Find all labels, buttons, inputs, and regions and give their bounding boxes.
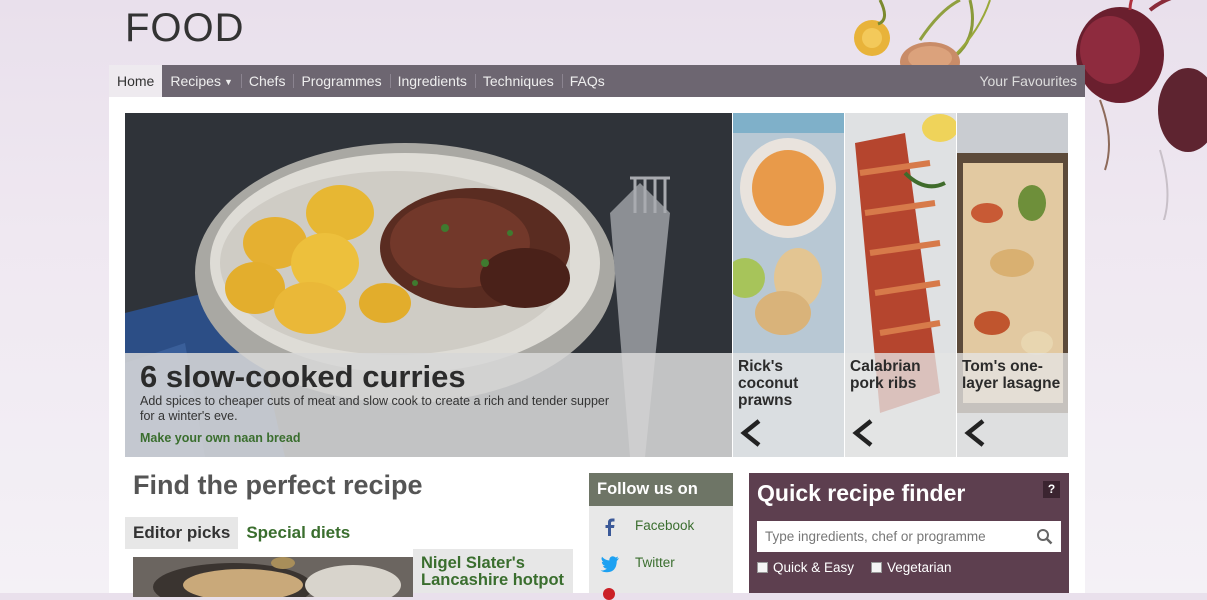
nav-techniques[interactable]: Techniques (474, 65, 562, 97)
follow-us-title: Follow us on (597, 480, 698, 498)
quick-easy-checkbox[interactable] (757, 562, 768, 573)
site-logo[interactable]: FOOD (125, 6, 245, 51)
twitter-link[interactable]: Twitter (589, 550, 733, 580)
nav-home[interactable]: Home (109, 65, 163, 97)
hero-caption: 6 slow-cooked curries Add spices to chea… (125, 353, 732, 457)
vegetarian-option: Vegetarian (871, 560, 952, 575)
quick-easy-option: Quick & Easy (757, 560, 854, 575)
nav-your-favourites[interactable]: Your Favourites (971, 65, 1085, 97)
card-coconut-prawns[interactable]: Rick's coconut prawns (733, 113, 844, 457)
chevron-left-icon[interactable] (739, 419, 763, 447)
nav-ingredients[interactable]: Ingredients (389, 65, 475, 97)
twitter-label: Twitter (635, 555, 675, 570)
quick-recipe-finder: Quick recipe finder ? Quick & Easy Veget… (749, 473, 1069, 593)
pinterest-icon[interactable] (603, 588, 615, 600)
nav-recipes-label: Recipes (170, 73, 221, 89)
search-box (757, 521, 1061, 552)
quick-easy-label: Quick & Easy (773, 560, 855, 575)
card-caption: Tom's one-layer lasagne (957, 353, 1068, 457)
nav-faqs[interactable]: FAQs (561, 65, 613, 97)
chevron-left-icon[interactable] (963, 419, 987, 447)
follow-us-header: Follow us on (589, 473, 733, 506)
nav-chefs[interactable]: Chefs (240, 65, 294, 97)
finder-title: Quick recipe finder (757, 480, 966, 506)
twitter-icon (600, 556, 619, 573)
card-lasagne[interactable]: Tom's one-layer lasagne (957, 113, 1068, 457)
follow-us-panel: Follow us on Facebook Twitter (589, 473, 733, 600)
vegetarian-label: Vegetarian (887, 560, 952, 575)
card-title: Rick's coconut prawns (738, 358, 799, 409)
card-pork-ribs[interactable]: Calabrian pork ribs (845, 113, 956, 457)
hero-title[interactable]: 6 slow-cooked curries (140, 359, 466, 395)
nav-recipes[interactable]: Recipes ▼ (162, 65, 241, 97)
hero-description: Add spices to cheaper cuts of meat and s… (140, 394, 610, 423)
search-input[interactable] (757, 521, 1027, 552)
card-title: Tom's one-layer lasagne (962, 358, 1061, 392)
find-recipe-heading: Find the perfect recipe (133, 470, 423, 500)
hotpot-image[interactable] (133, 557, 413, 597)
help-icon[interactable]: ? (1043, 481, 1060, 498)
card-caption: Rick's coconut prawns (733, 353, 844, 457)
chevron-down-icon: ▼ (223, 77, 233, 87)
naan-bread-link[interactable]: Make your own naan bread (140, 431, 300, 445)
card-caption: Calabrian pork ribs (845, 353, 956, 457)
tab-special-diets[interactable]: Special diets (238, 517, 359, 549)
facebook-icon (605, 518, 615, 536)
tab-editor-picks[interactable]: Editor picks (125, 517, 239, 549)
card-title: Calabrian pork ribs (850, 358, 921, 392)
facebook-link[interactable]: Facebook (589, 513, 733, 543)
recipe-tabs: Editor picks Special diets (125, 517, 359, 549)
facebook-label: Facebook (635, 518, 695, 533)
search-icon[interactable] (1036, 528, 1053, 545)
vegetarian-checkbox[interactable] (871, 562, 882, 573)
chevron-left-icon[interactable] (851, 419, 875, 447)
nav-programmes[interactable]: Programmes (293, 65, 389, 97)
hero-feature[interactable]: 6 slow-cooked curries Add spices to chea… (125, 113, 732, 457)
pick-title[interactable]: Nigel Slater's Lancashire hotpot (421, 555, 571, 589)
main-nav: Home Recipes ▼ Chefs Programmes Ingredien… (109, 65, 1085, 97)
